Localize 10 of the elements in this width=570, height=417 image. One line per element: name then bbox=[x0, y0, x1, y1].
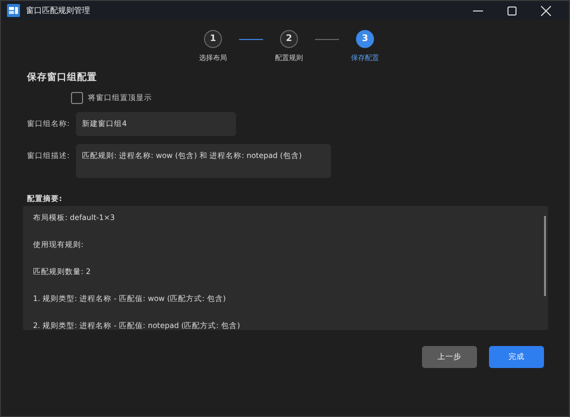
app-icon bbox=[7, 4, 20, 17]
maximize-icon[interactable] bbox=[507, 6, 517, 16]
section-heading: 保存窗口组配置 bbox=[27, 71, 98, 84]
close-icon[interactable] bbox=[541, 6, 551, 16]
step-number: 2 bbox=[280, 30, 298, 48]
step-number: 3 bbox=[356, 30, 374, 48]
step-number: 1 bbox=[204, 30, 222, 48]
checkbox[interactable] bbox=[71, 92, 83, 104]
window-title: 窗口匹配规则管理 bbox=[26, 5, 91, 16]
scrollbar[interactable] bbox=[544, 216, 546, 296]
